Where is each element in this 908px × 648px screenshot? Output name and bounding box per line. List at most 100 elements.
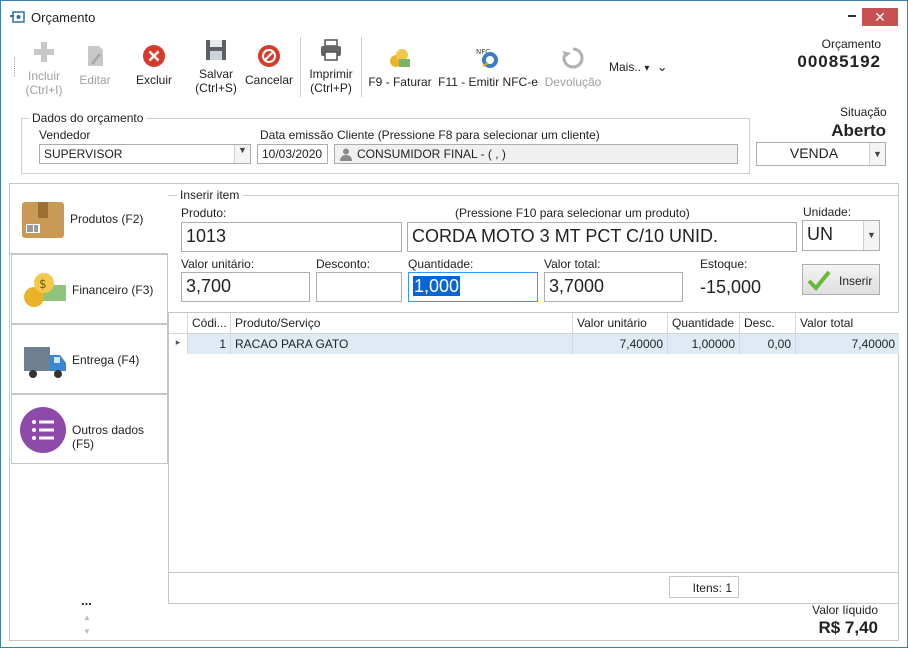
return-arrow-icon [562, 47, 584, 69]
side-more[interactable]: ... [81, 593, 92, 608]
incluir-button[interactable]: Incluir (Ctrl+I) [19, 39, 69, 97]
dados-orcamento-legend: Dados do orçamento [29, 111, 147, 125]
editar-label: Editar [79, 73, 111, 87]
estoque-value: -15,000 [700, 277, 762, 297]
valor-total-label: Valor total: [544, 257, 601, 271]
column-header-valor-unitario[interactable]: Valor unitário [573, 313, 668, 334]
produto-code-input[interactable]: 1013 [181, 222, 402, 252]
quantidade-label: Quantidade: [408, 257, 474, 271]
valor-unitario-input[interactable]: 3,700 [181, 272, 310, 302]
title-bar: Orçamento ✕ [1, 1, 907, 33]
data-emissao-field[interactable]: 10/03/2020 [257, 144, 328, 164]
minimize-icon[interactable] [848, 15, 856, 17]
column-header-codigo[interactable]: Códi... [188, 313, 231, 334]
table-row[interactable]: ▸ 1 RACAO PARA GATO 7,40000 1,00000 0,00… [169, 334, 899, 354]
tab-financeiro[interactable]: $ Financeiro (F3) [11, 254, 168, 324]
unidade-label: Unidade: [803, 205, 852, 219]
incluir-label: Incluir [27, 69, 60, 83]
scroll-down-icon[interactable]: ▼ [83, 627, 91, 636]
imprimir-shortcut: (Ctrl+P) [310, 81, 352, 95]
tipo-select[interactable]: VENDA ▼ [756, 142, 886, 166]
row-header-column [169, 313, 188, 334]
window-title: Orçamento [31, 10, 96, 25]
tab-produtos-label: Produtos (F2) [70, 212, 144, 226]
desconto-label: Desconto: [316, 257, 371, 271]
excluir-label: Excluir [135, 73, 172, 87]
scroll-up-icon[interactable]: ▲ [83, 613, 91, 622]
orcamento-number: 00085192 [797, 52, 881, 71]
cell-valor-unitario[interactable]: 7,40000 [573, 334, 668, 354]
tipo-value: VENDA [789, 145, 839, 161]
devolucao-button[interactable]: Devolução [543, 45, 603, 89]
cliente-value: CONSUMIDOR FINAL - ( , ) [357, 147, 506, 161]
save-disk-icon [206, 40, 226, 60]
column-header-desc[interactable]: Desc. [740, 313, 796, 334]
svg-text:$: $ [39, 277, 47, 291]
imprimir-label: Imprimir [309, 67, 353, 81]
cell-produto[interactable]: RACAO PARA GATO [231, 334, 573, 354]
imprimir-button[interactable]: Imprimir (Ctrl+P) [305, 37, 357, 95]
quantidade-value: 1,000 [413, 276, 461, 296]
unidade-select[interactable]: UN ▼ [802, 220, 880, 251]
excluir-button[interactable]: Excluir [129, 43, 179, 87]
inserir-button[interactable]: Inserir [802, 264, 880, 295]
chevron-down-icon[interactable]: ▼ [863, 221, 879, 250]
valor-liquido-label: Valor líquido [812, 603, 878, 617]
vendedor-select[interactable]: SUPERVISOR ▼ [39, 144, 251, 164]
column-header-valor-total[interactable]: Valor total [796, 313, 899, 334]
cell-quantidade[interactable]: 1,00000 [668, 334, 740, 354]
cell-valor-total[interactable]: 7,40000 [796, 334, 899, 354]
produto-desc-input[interactable]: CORDA MOTO 3 MT PCT C/10 UNID. [407, 222, 797, 252]
cancelar-button[interactable]: Cancelar [243, 43, 295, 87]
app-icon [10, 11, 25, 23]
faturar-button[interactable]: F9 - Faturar [367, 45, 433, 89]
valor-liquido-value: R$ 7,40 [818, 618, 878, 637]
quantidade-input[interactable]: 1,000 [408, 272, 538, 302]
grid-footer-divider [169, 572, 899, 573]
toolbar-separator [300, 37, 301, 97]
produto-label: Produto: [181, 206, 227, 220]
column-header-produto[interactable]: Produto/Serviço [231, 313, 573, 334]
vendedor-value: SUPERVISOR [44, 147, 123, 161]
money-icon: $ [24, 273, 66, 307]
tab-outros-dados[interactable]: Outros dados (F5) [11, 394, 168, 464]
salvar-shortcut: (Ctrl+S) [195, 81, 237, 95]
row-selector-icon[interactable]: ▸ [169, 334, 188, 354]
mais-button[interactable]: Mais.. ▾ ⌄ [609, 59, 668, 75]
incluir-shortcut: (Ctrl+I) [25, 83, 63, 97]
chevron-down-icon: ⌄ [656, 59, 668, 74]
checkmark-icon [807, 270, 831, 291]
mais-label: Mais.. [609, 60, 642, 74]
items-grid: Códi... Produto/Serviço Valor unitário Q… [168, 312, 899, 604]
situacao-label: Situação [840, 105, 887, 119]
tab-produtos[interactable]: Produtos (F2) [9, 183, 168, 254]
edit-document-icon [88, 46, 103, 66]
salvar-label: Salvar [198, 67, 233, 81]
chevron-down-icon[interactable]: ▼ [869, 143, 885, 165]
column-header-quantidade[interactable]: Quantidade [668, 313, 740, 334]
emitir-nfce-label: F11 - Emitir NFC-e [438, 75, 538, 89]
toolbar-separator [361, 37, 362, 97]
salvar-button[interactable]: Salvar (Ctrl+S) [191, 37, 241, 95]
cliente-label: Cliente (Pressione F8 para selecionar um… [337, 128, 600, 142]
valor-unitario-label: Valor unitário: [181, 257, 255, 271]
unidade-value: UN [807, 224, 833, 244]
inserir-item-legend: Inserir item [177, 188, 243, 202]
produto-hint: (Pressione F10 para selecionar um produt… [455, 206, 690, 220]
money-icon [390, 49, 410, 67]
plus-icon [34, 42, 54, 62]
chevron-down-icon[interactable]: ▼ [234, 145, 250, 163]
editar-button[interactable]: Editar [73, 43, 117, 87]
valor-total-input[interactable]: 3,7000 [544, 272, 683, 302]
dropdown-arrow-icon: ▾ [644, 63, 650, 74]
desconto-input[interactable] [316, 272, 402, 302]
cell-codigo[interactable]: 1 [188, 334, 231, 354]
orcamento-label: Orçamento [821, 37, 881, 51]
delete-icon [143, 45, 165, 67]
nfce-icon: NFC [476, 48, 498, 68]
tab-entrega[interactable]: Entrega (F4) [11, 324, 168, 394]
cell-desc[interactable]: 0,00 [740, 334, 796, 354]
emitir-nfce-button[interactable]: NFC F11 - Emitir NFC-e [437, 45, 539, 89]
close-button[interactable]: ✕ [862, 8, 898, 26]
cliente-field[interactable]: CONSUMIDOR FINAL - ( , ) [334, 144, 738, 164]
